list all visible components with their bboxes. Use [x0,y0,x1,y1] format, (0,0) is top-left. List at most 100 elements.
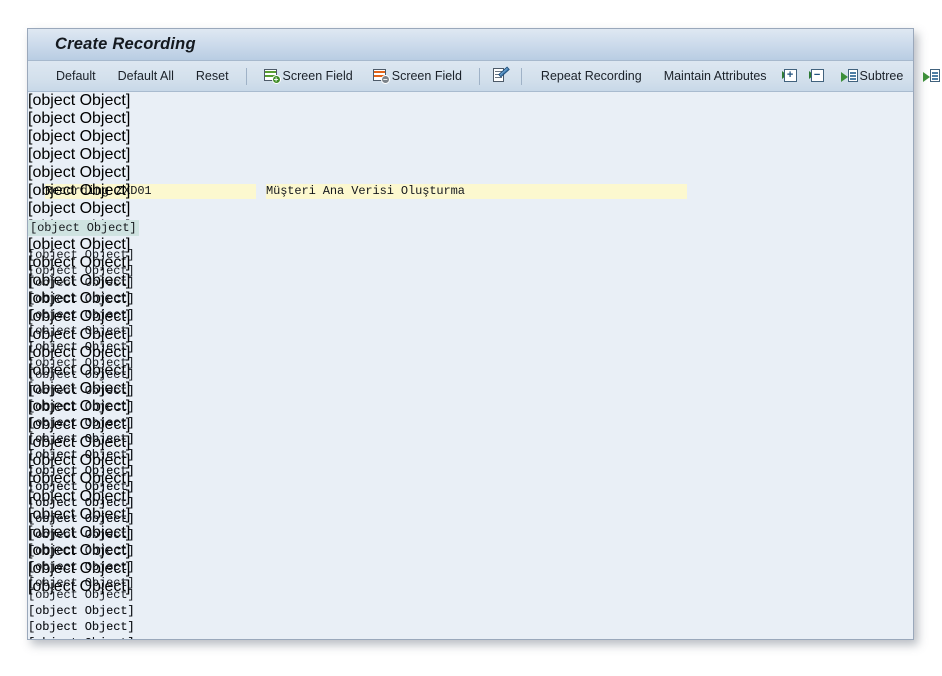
subtree-icon [840,68,858,84]
hline[interactable]: [object Object] [28,254,913,272]
tree-field-row[interactable]: [object Object][object Object][object Ob… [28,479,135,526]
tree-field-row[interactable]: [object Object][object Object][object Ob… [28,415,135,462]
hline[interactable]: [object Object] [28,128,913,146]
ntext[interactable]: [object Object] [28,220,139,236]
label-cell[interactable]: [object Object] [28,511,135,527]
toolbar-button-label: Repeat Recording [540,69,642,83]
tree-field-row[interactable]: [object Object][object Object][object Ob… [28,447,135,494]
toolbar-button-maintain-attributes[interactable]: Maintain Attributes [652,64,777,89]
toolbar-button-label: Screen Field [391,69,462,83]
tree-field-row[interactable]: [object Object][object Object][object Ob… [28,431,135,478]
window-titlebar: Create Recording [28,29,913,61]
label-cell[interactable]: [object Object] [28,463,135,479]
label-cell[interactable]: [object Object] [28,619,135,635]
hline[interactable]: [object Object] [28,272,913,290]
toolbar-button-default[interactable]: Default [44,64,106,89]
collapse-all-icon: − [808,68,826,84]
row-icon [923,68,941,84]
tree-node-screen[interactable]: [object Object] [object Object] [28,339,135,370]
label-cell[interactable]: [object Object] [28,527,135,543]
toolbar-button-default-all[interactable]: Default All [106,64,184,89]
tree-field-row[interactable]: [object Object] [object Object] [28,603,135,634]
hline[interactable]: [object Object] [28,362,913,380]
tree-field-row[interactable]: [object Object][object Object][object Ob… [28,511,135,558]
label-cell[interactable]: [object Object] [28,383,135,399]
toolbar: Default Default All Reset + Screen Field − Scr… [28,61,941,92]
label-cell[interactable]: [object Object] [28,291,135,307]
label-cell[interactable]: [object Object] [28,635,135,639]
toolbar-separator [245,67,247,85]
hline[interactable]: [object Object] [28,290,913,308]
tree-field-row[interactable]: [object Object][object Object][object Ob… [28,495,135,542]
toolbar-button-expand-all[interactable]: + [777,64,804,89]
label-cell[interactable]: [object Object] [28,603,135,619]
vline[interactable]: [object Object] [28,578,913,596]
hline[interactable]: [object Object] [28,398,913,416]
toolbar-button-row[interactable]: Row [913,64,942,89]
hline[interactable]: [object Object] [28,380,913,398]
hline[interactable]: [object Object] [28,182,913,200]
toolbar-button-reset[interactable]: Reset [184,64,239,89]
tree-field-row[interactable]: [object Object][object Object][object Ob… [28,619,135,639]
hline[interactable]: [object Object] [28,488,913,506]
toolbar-button-screen-field-2[interactable]: − Screen Field [363,64,472,89]
tree-field-row[interactable]: [object Object] [object Object] [28,383,135,414]
hline[interactable]: [object Object] [28,326,913,344]
toolbar-button-label: Default All [117,69,174,83]
toolbar-button-collapse-all[interactable]: − [804,64,831,89]
toolbar-button-screen-field[interactable]: + Screen Field [254,64,363,89]
hline[interactable]: [object Object] [28,506,913,524]
hline[interactable]: [object Object] [28,560,913,578]
tree-field-row[interactable]: [object Object][object Object][object Ob… [28,463,135,510]
hline[interactable]: [object Object] [28,452,913,470]
vline[interactable]: [object Object] [28,434,913,452]
page-title: Create Recording [55,35,196,53]
value-input[interactable]: [object Object] [28,323,135,339]
label-cell[interactable]: [object Object] [28,415,135,431]
create-recording-window: Create Recording Default Default All Reset… [27,28,941,640]
hline[interactable]: [object Object] [28,164,913,182]
label-cell[interactable]: [object Object] [28,399,135,415]
hline[interactable]: [object Object] [28,470,913,488]
toolbar-button-repeat-recording[interactable]: Repeat Recording [529,64,652,89]
hline[interactable]: [object Object] [28,110,913,128]
tree-node-screen[interactable]: [object Object] [object Object] [28,247,135,278]
hline[interactable]: [object Object] [28,146,913,164]
hline[interactable]: [object Object] [28,236,913,254]
hline[interactable]: [object Object] [28,308,913,326]
tree-field-row[interactable]: [object Object] [object Object] [28,587,135,618]
label-cell[interactable]: [object Object] [28,447,135,463]
label-cell[interactable]: [object Object] [28,367,135,383]
expand-all-icon: + [781,68,799,84]
tree-field-row[interactable]: [object Object][object Object][object Ob… [28,399,135,446]
hline[interactable]: [object Object] [28,344,913,362]
ntext[interactable]: [object Object] [28,559,135,575]
tree-field-row[interactable]: [object Object][object Object][object Ob… [28,307,135,354]
tree-field-row[interactable]: [object Object] [object Object] [28,367,135,398]
tree-node-screen[interactable]: [object Object] [object Object] [28,559,135,590]
hline[interactable]: [object Object] [28,416,913,434]
value-input[interactable]: [object Object] [28,543,135,559]
label-cell[interactable]: [object Object] [28,307,135,323]
hline[interactable]: [object Object] [28,218,913,236]
tree-field-row[interactable]: [object Object] [object Object] [28,275,135,306]
edit-pencil-icon [492,66,510,84]
vline[interactable]: [object Object] [28,200,913,218]
vline[interactable]: [object Object] [28,92,913,110]
ntext[interactable]: [object Object] [28,247,135,263]
vline[interactable]: [object Object] [28,542,913,560]
label-cell[interactable]: [object Object] [28,431,135,447]
recording-canvas: Recording ZXD01 Müşteri Ana Verisi Oluşt… [28,92,913,639]
ntext[interactable]: [object Object] [28,339,135,355]
tree-field-row[interactable]: [object Object][object Object][object Ob… [28,635,135,639]
toolbar-button-edit-pencil[interactable] [487,64,514,89]
label-cell[interactable]: [object Object] [28,587,135,603]
hline[interactable]: [object Object] [28,524,913,542]
tree-field-row[interactable]: [object Object] [object Object] [28,291,135,322]
screenshot-root: Create Recording Default Default All Reset… [0,0,942,676]
toolbar-button-subtree[interactable]: Subtree [831,64,914,89]
label-cell[interactable]: [object Object] [28,495,135,511]
label-cell[interactable]: [object Object] [28,479,135,495]
label-cell[interactable]: [object Object] [28,275,135,291]
tree-field-row[interactable]: [object Object][object Object][object Ob… [28,527,135,574]
